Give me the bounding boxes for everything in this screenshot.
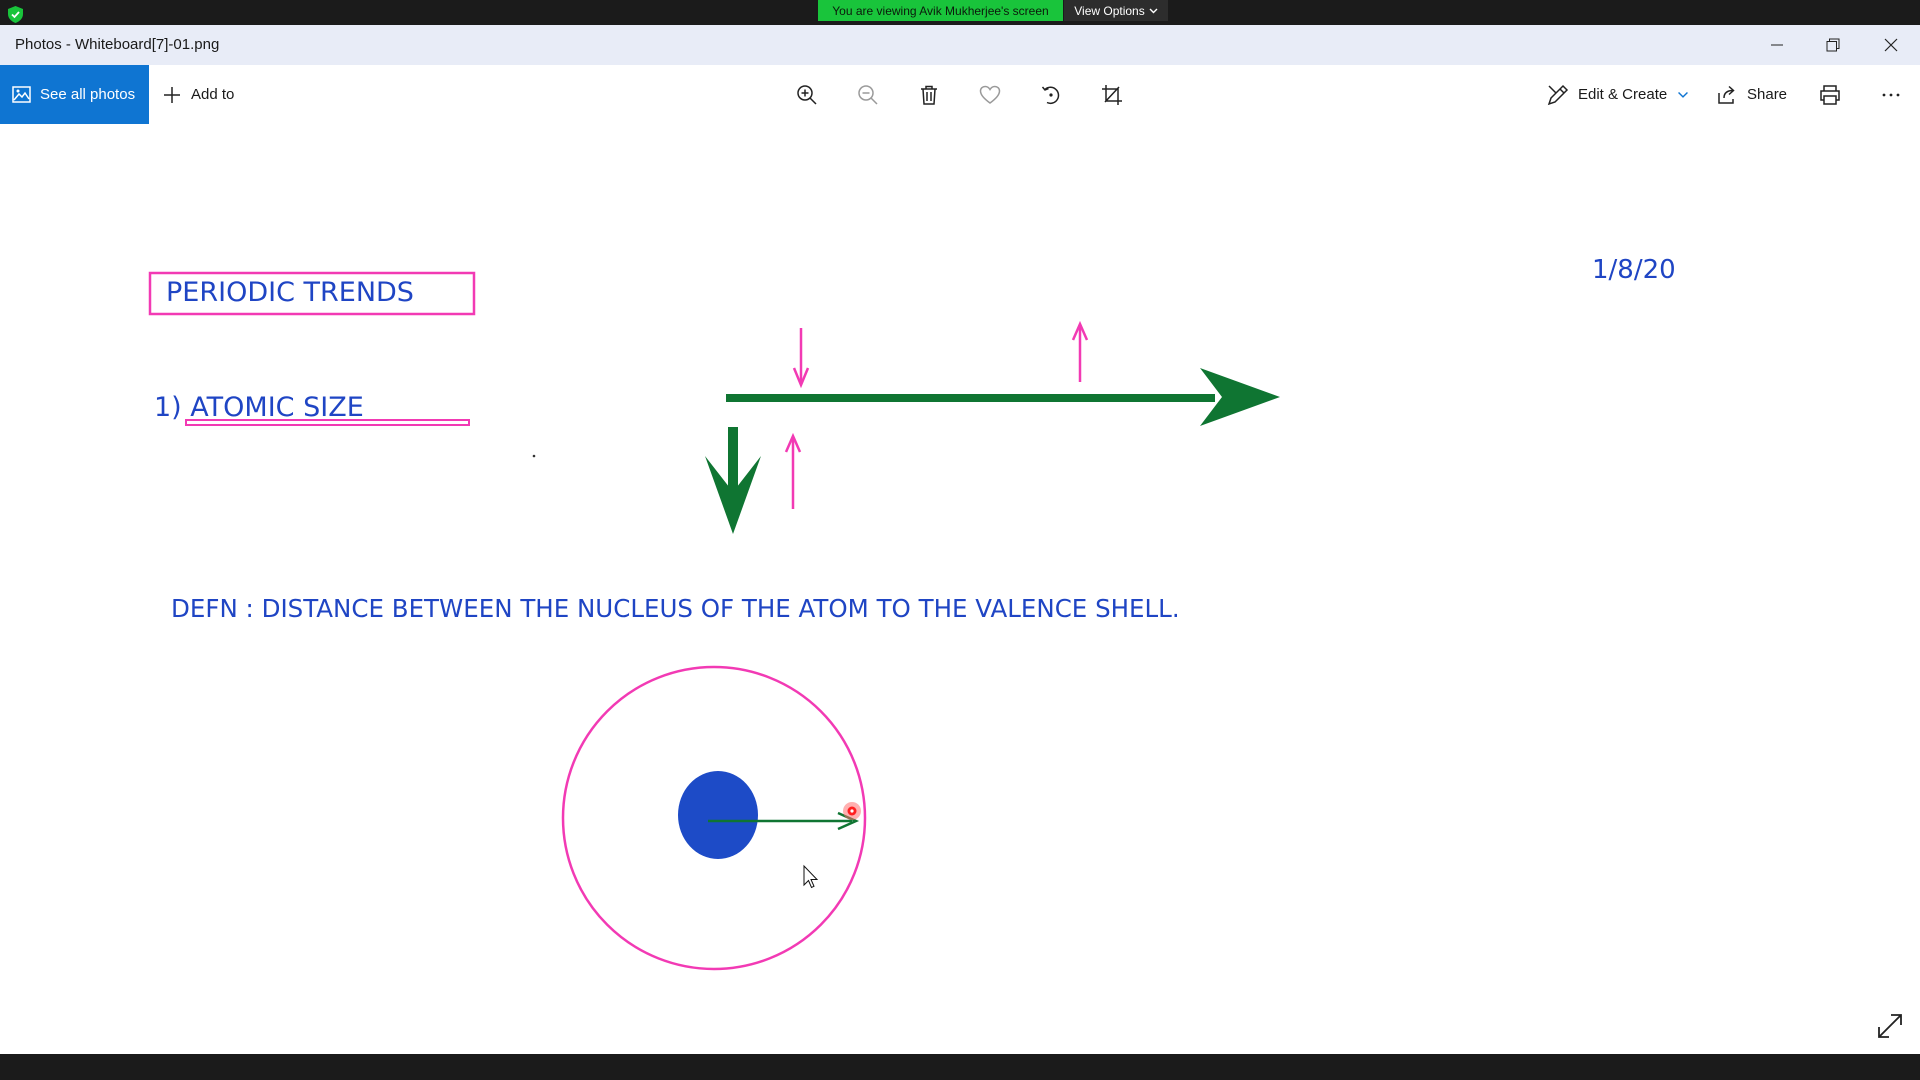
rotate-icon: [1041, 86, 1060, 104]
whiteboard-date: 1/8/20: [1592, 255, 1676, 285]
mouse-cursor: [803, 864, 819, 889]
favorite-icon: [979, 85, 1001, 104]
restore-button[interactable]: [1805, 25, 1861, 65]
zoom-out-button[interactable]: [843, 65, 893, 124]
restore-icon: [1826, 38, 1840, 52]
screen-share-message: You are viewing Avik Mukherjee's screen: [818, 0, 1063, 21]
share-button[interactable]: Share: [1716, 65, 1787, 124]
see-all-photos-label: See all photos: [40, 86, 136, 103]
chevron-down-icon: [1149, 8, 1158, 14]
expand-icon[interactable]: [1876, 1012, 1904, 1040]
screen-share-banner: You are viewing Avik Mukherjee's screen …: [0, 0, 1920, 25]
edit-create-label: Edit & Create: [1578, 86, 1668, 103]
zoom-out-icon: [858, 84, 878, 105]
crop-button[interactable]: [1087, 65, 1137, 124]
delete-icon: [921, 85, 937, 105]
chevron-down-icon: [1678, 91, 1689, 98]
rotate-button[interactable]: [1026, 65, 1076, 124]
whiteboard-title: PERIODIC TRENDS: [166, 277, 414, 308]
see-all-photos-button[interactable]: See all photos: [0, 65, 149, 124]
nucleus: [678, 771, 758, 859]
bottom-bar: [0, 1054, 1920, 1080]
window-title: Photos - Whiteboard[7]-01.png: [15, 36, 220, 53]
share-icon: [1718, 85, 1735, 104]
minimize-icon: [1771, 44, 1783, 46]
zoom-in-button[interactable]: [782, 65, 832, 124]
photos-icon: [12, 86, 31, 103]
minimize-button[interactable]: [1749, 25, 1805, 65]
add-to-label: Add to: [191, 86, 235, 103]
shield-icon: [8, 6, 23, 23]
whiteboard-topic: 1) ATOMIC SIZE: [154, 392, 364, 423]
add-to-button[interactable]: Add to: [162, 65, 234, 124]
favorite-button[interactable]: [965, 65, 1015, 124]
edit-create-button[interactable]: Edit & Create: [1547, 65, 1690, 124]
close-icon: [1884, 38, 1898, 52]
view-options-label: View Options: [1074, 3, 1145, 18]
plus-icon: [164, 86, 180, 103]
more-options-button[interactable]: [1866, 65, 1916, 124]
more-icon: [1882, 93, 1900, 96]
print-icon: [1820, 84, 1840, 105]
view-options-button[interactable]: View Options: [1064, 0, 1168, 21]
photo-viewer-canvas: PERIODIC TRENDS 1/8/20 1) ATOMIC SIZE DE…: [0, 124, 1920, 1054]
crop-icon: [1102, 84, 1122, 105]
print-button[interactable]: [1805, 65, 1855, 124]
share-label: Share: [1747, 86, 1788, 103]
edit-create-icon: [1547, 84, 1569, 105]
whiteboard-definition: DEFN : DISTANCE BETWEEN THE NUCLEUS OF T…: [171, 594, 1180, 623]
stray-dot: [532, 454, 536, 458]
close-button[interactable]: [1863, 25, 1919, 65]
delete-button[interactable]: [904, 65, 954, 124]
title-bar: Photos - Whiteboard[7]-01.png: [0, 25, 1920, 65]
zoom-in-icon: [797, 84, 817, 105]
photos-toolbar: See all photos Add to Edit & Create Shar…: [0, 65, 1920, 124]
